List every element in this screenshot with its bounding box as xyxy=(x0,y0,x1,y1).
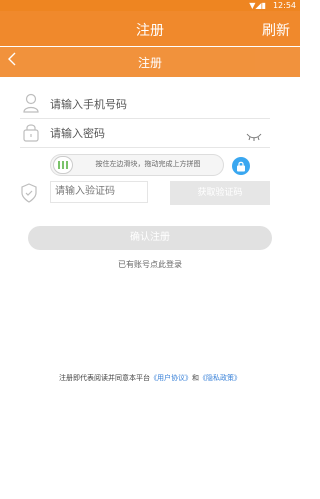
slider-handle[interactable] xyxy=(54,157,72,173)
verification-code-input[interactable]: 请输入验证码 xyxy=(50,181,148,203)
app-bar: 注册 刷新 xyxy=(0,11,300,46)
page-title: 注册 xyxy=(137,56,162,70)
password-input[interactable] xyxy=(50,125,240,141)
agreement-and: 和 xyxy=(192,374,199,382)
divider xyxy=(20,147,270,148)
status-icons: ▼◢▮ xyxy=(249,1,266,10)
status-bar: ▼◢▮ 12:54 xyxy=(0,0,300,11)
privacy-policy-link[interactable]: 《隐私政策》 xyxy=(199,374,241,382)
user-icon xyxy=(22,93,40,113)
lock-icon xyxy=(22,122,40,142)
sub-header: 注册 xyxy=(0,47,300,77)
phone-input[interactable] xyxy=(50,96,240,112)
eye-closed-icon[interactable] xyxy=(246,127,262,141)
confirm-register-button[interactable]: 确认注册 xyxy=(28,226,272,250)
slider-captcha[interactable]: 按住左边滑块，拖动完成上方拼图 xyxy=(50,154,224,176)
phone-row xyxy=(20,89,270,119)
app-title: 注册 xyxy=(136,23,164,39)
agreement-prefix: 注册即代表阅读并同意本平台 xyxy=(59,374,150,382)
status-time: 12:54 xyxy=(272,1,296,10)
verify-row: 请输入验证码 获取验证码 xyxy=(20,180,270,206)
agreement-footer: 注册即代表阅读并同意本平台《用户协议》和《隐私政策》 xyxy=(0,373,300,383)
password-row xyxy=(20,118,270,148)
get-code-button[interactable]: 获取验证码 xyxy=(170,181,270,205)
slider-hint: 按住左边滑块，拖动完成上方拼图 xyxy=(95,160,201,168)
shield-check-icon xyxy=(20,183,38,203)
login-link[interactable]: 已有账号点此登录 xyxy=(0,259,300,270)
refresh-button[interactable]: 刷新 xyxy=(262,20,290,40)
grip-icon xyxy=(58,161,68,169)
user-agreement-link[interactable]: 《用户协议》 xyxy=(150,374,192,382)
lock-badge-icon xyxy=(232,157,250,175)
